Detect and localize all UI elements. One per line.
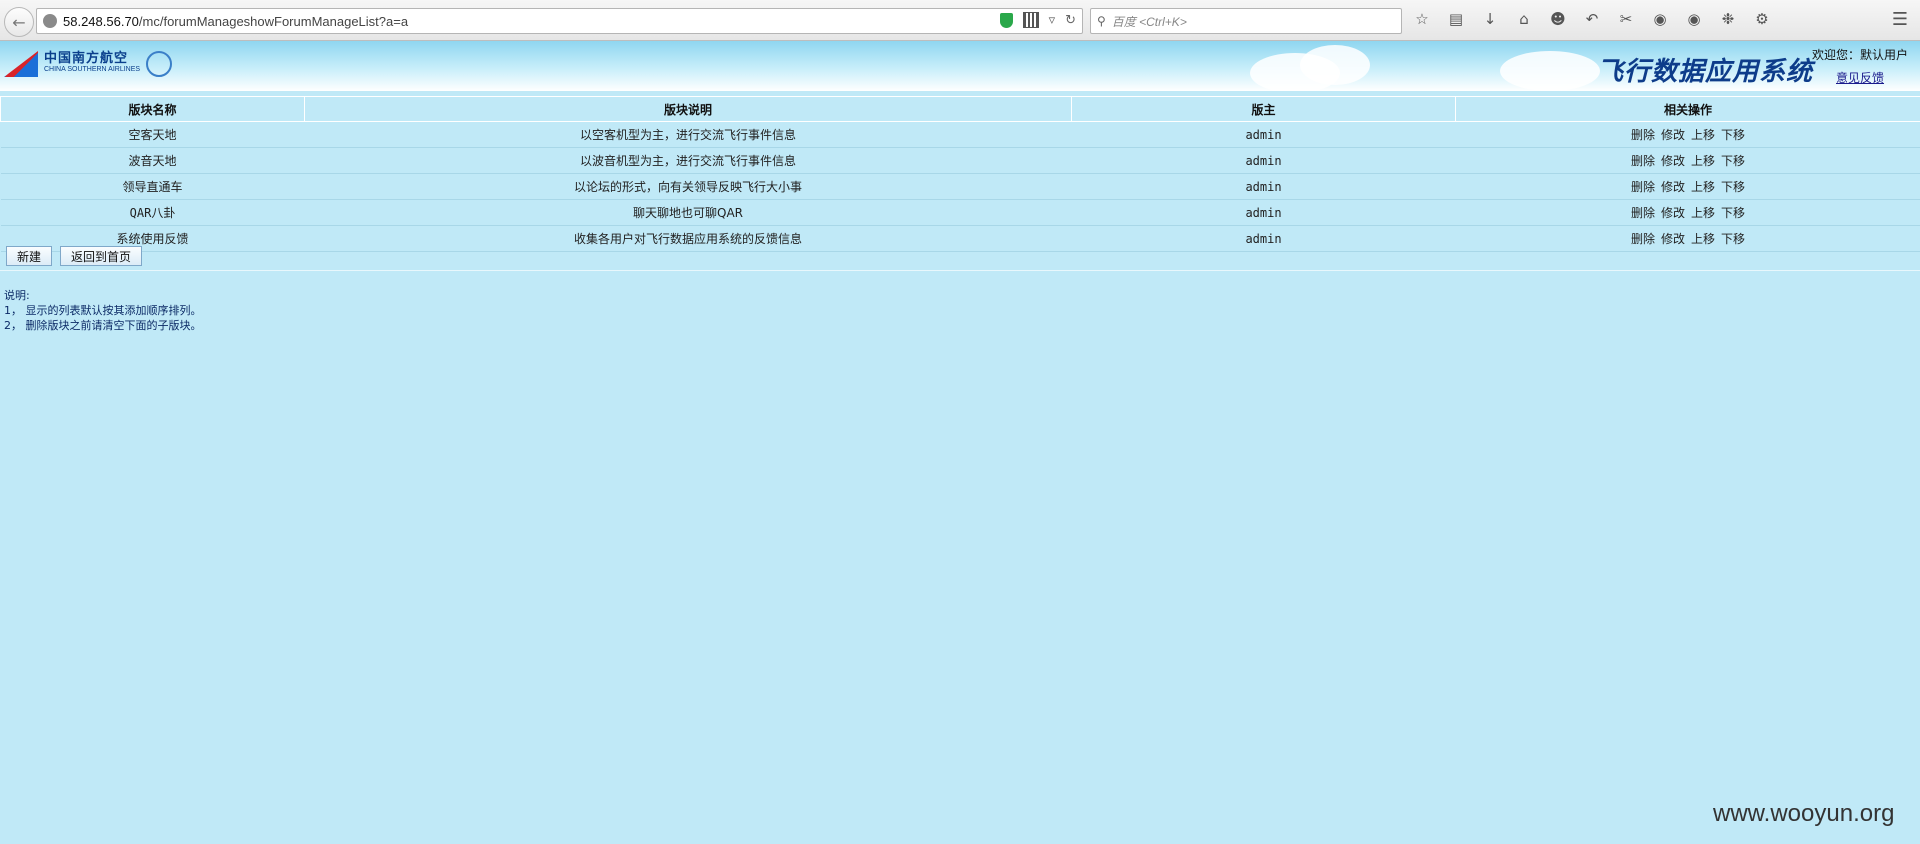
delete-link[interactable]: 删除 xyxy=(1631,180,1655,194)
move-up-link[interactable]: 上移 xyxy=(1691,232,1715,246)
back-arrow-icon[interactable]: ← xyxy=(4,7,34,37)
move-down-link[interactable]: 下移 xyxy=(1721,154,1745,168)
shield-green-icon[interactable]: ◉ xyxy=(1684,9,1704,29)
notes-line: 1， 显示的列表默认按其添加顺序排列。 xyxy=(4,304,202,317)
notes-line: 2， 删除版块之前请清空下面的子版块。 xyxy=(4,319,202,332)
system-title: 飞行数据应用系统 xyxy=(1597,57,1814,87)
hamburger-menu-icon[interactable]: ☰ xyxy=(1890,9,1910,30)
forum-desc: 收集各用户对飞行数据应用系统的反馈信息 xyxy=(304,225,1072,252)
edit-link[interactable]: 修改 xyxy=(1661,180,1685,194)
browser-toolbar: ← 58.248.56.70/mc/forumManageshowForumMa… xyxy=(0,0,1920,41)
move-down-link[interactable]: 下移 xyxy=(1721,180,1745,194)
notes-section: 说明: 1， 显示的列表默认按其添加顺序排列。 2， 删除版块之前请清空下面的子… xyxy=(4,288,202,333)
move-up-link[interactable]: 上移 xyxy=(1691,128,1715,142)
move-up-link[interactable]: 上移 xyxy=(1691,180,1715,194)
delete-link[interactable]: 删除 xyxy=(1631,206,1655,220)
table-row: 系统使用反馈 收集各用户对飞行数据应用系统的反馈信息 admin 删除 修改 上移下… xyxy=(0,225,1920,252)
table-row: QAR八卦 聊天聊地也可聊QAR admin 删除 修改 上移 下移 xyxy=(0,199,1920,226)
forum-owner: admin xyxy=(1071,147,1456,174)
delete-link[interactable]: 删除 xyxy=(1631,154,1655,168)
notes-title: 说明: xyxy=(4,289,30,302)
reload-icon[interactable]: ↻ xyxy=(1065,13,1076,28)
undo-icon[interactable]: ↶ xyxy=(1582,9,1602,29)
delete-link[interactable]: 删除 xyxy=(1631,232,1655,246)
table-row: 波音天地 以波音机型为主，进行交流飞行事件信息 admin 删除 修改 上移 下移 xyxy=(0,147,1920,174)
move-down-link[interactable]: 下移 xyxy=(1721,206,1745,220)
chat-icon[interactable]: ◉ xyxy=(1650,9,1670,29)
back-home-button[interactable]: 返回到首页 xyxy=(60,246,143,266)
kapok-logo-icon xyxy=(4,51,38,77)
forum-desc: 以波音机型为主，进行交流飞行事件信息 xyxy=(304,147,1072,174)
search-icon: ⚲ xyxy=(1097,14,1106,28)
feedback-link[interactable]: 意见反馈 xyxy=(1836,69,1884,86)
forum-desc: 聊天聊地也可聊QAR xyxy=(304,199,1072,226)
move-up-link[interactable]: 上移 xyxy=(1691,154,1715,168)
forum-owner: admin xyxy=(1071,199,1456,226)
move-down-link[interactable]: 下移 xyxy=(1721,128,1745,142)
home-icon[interactable]: ⌂ xyxy=(1514,9,1534,29)
table-row: 空客天地 以空客机型为主，进行交流飞行事件信息 admin 删除 修改 上移 下移 xyxy=(0,121,1920,148)
anniversary-badge-icon xyxy=(146,51,173,77)
edit-link[interactable]: 修改 xyxy=(1661,128,1685,142)
bug-icon[interactable]: ❉ xyxy=(1718,9,1738,29)
edit-link[interactable]: 修改 xyxy=(1661,206,1685,220)
forum-owner: admin xyxy=(1071,121,1456,148)
edit-link[interactable]: 修改 xyxy=(1661,232,1685,246)
forum-table: 版块名称 版块说明 版主 相关操作 空客天地 以空客机型为主，进行交流飞行事件信… xyxy=(0,96,1920,252)
column-header: 相关操作 xyxy=(1455,96,1920,122)
watermark: www.wooyun.org xyxy=(1713,800,1895,827)
star-icon[interactable]: ☆ xyxy=(1412,9,1432,29)
download-icon[interactable]: ↓ xyxy=(1480,9,1500,29)
emoji-icon[interactable]: ☻ xyxy=(1548,9,1568,29)
new-button[interactable]: 新建 xyxy=(6,246,53,266)
forum-desc: 以空客机型为主，进行交流飞行事件信息 xyxy=(304,121,1072,148)
url-text: 58.248.56.70/mc/forumManageshowForumMana… xyxy=(63,13,409,29)
forum-name: QAR八卦 xyxy=(0,199,305,226)
divider xyxy=(0,270,1920,271)
dropdown-arrow-icon[interactable]: ▿ xyxy=(1049,13,1056,28)
delete-link[interactable]: 删除 xyxy=(1631,128,1655,142)
cloud-decoration xyxy=(1300,45,1370,85)
crop-icon[interactable]: ✂ xyxy=(1616,9,1636,29)
airline-logo: 中国南方航空 CHINA SOUTHERN AIRLINES xyxy=(4,51,173,77)
forum-owner: admin xyxy=(1071,225,1456,252)
welcome-text: 欢迎您：默认用户 xyxy=(1812,48,1909,62)
tools-icon[interactable]: ⚙ xyxy=(1752,9,1772,29)
shield-icon[interactable] xyxy=(999,12,1013,28)
table-header-row: 版块名称 版块说明 版主 相关操作 xyxy=(0,96,1920,122)
forum-name: 空客天地 xyxy=(0,121,305,148)
app-header: 中国南方航空 CHINA SOUTHERN AIRLINES 飞行数据应用系统 … xyxy=(0,41,1920,91)
cloud-decoration xyxy=(1500,51,1600,91)
move-up-link[interactable]: 上移 xyxy=(1691,206,1715,220)
table-row: 领导直通车 以论坛的形式，向有关领导反映飞行大小事 admin 删除 修改 上移 下移 xyxy=(0,173,1920,200)
url-bar[interactable]: 58.248.56.70/mc/forumManageshowForumMana… xyxy=(36,8,1083,34)
forum-desc: 以论坛的形式，向有关领导反映飞行大小事 xyxy=(304,173,1072,200)
column-header: 版块名称 xyxy=(0,96,305,122)
column-header: 版块说明 xyxy=(304,96,1072,122)
forum-name: 波音天地 xyxy=(0,147,305,174)
forum-owner: admin xyxy=(1071,173,1456,200)
qr-code-icon[interactable] xyxy=(1022,12,1039,28)
move-down-link[interactable]: 下移 xyxy=(1721,232,1745,246)
globe-icon xyxy=(43,14,57,28)
search-input[interactable]: ⚲ 百度 <Ctrl+K> xyxy=(1090,8,1402,34)
reading-list-icon[interactable]: ▤ xyxy=(1446,9,1466,29)
forum-name: 领导直通车 xyxy=(0,173,305,200)
column-header: 版主 xyxy=(1071,96,1456,122)
edit-link[interactable]: 修改 xyxy=(1661,154,1685,168)
